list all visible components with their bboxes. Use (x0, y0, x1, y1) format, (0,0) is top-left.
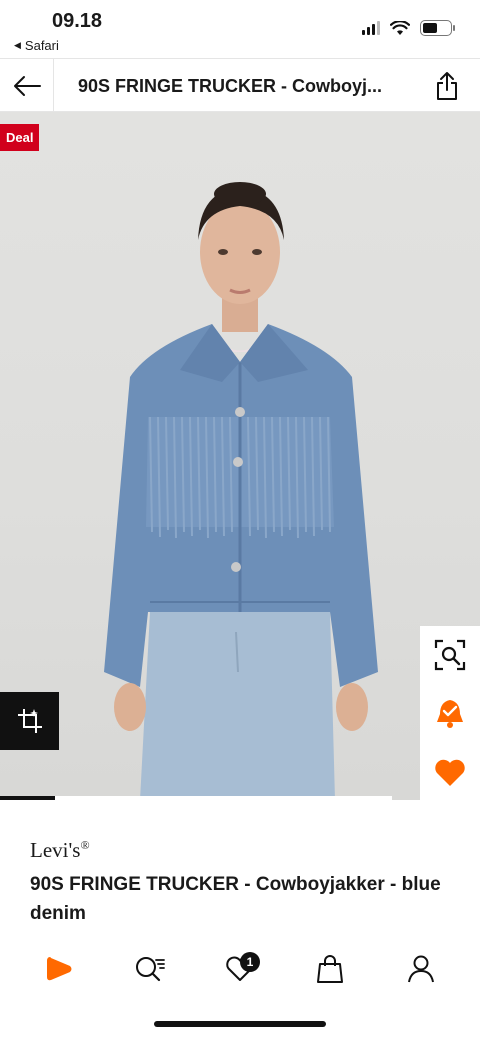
home-icon (47, 957, 72, 981)
nav-home[interactable] (34, 946, 84, 992)
home-indicator (154, 1021, 326, 1027)
back-button[interactable] (0, 59, 54, 113)
back-app-label: Safari (24, 38, 59, 53)
visual-search-button[interactable] (430, 635, 470, 675)
nav-profile[interactable] (396, 946, 446, 992)
brand-registered-mark: ® (80, 838, 90, 852)
nav-wishlist[interactable]: 1 (215, 946, 265, 992)
product-image-gallery[interactable]: Deal (0, 112, 480, 800)
add-to-wishlist-button[interactable] (430, 753, 470, 793)
wifi-icon (390, 20, 410, 35)
heart-icon (435, 759, 465, 786)
nav-search[interactable] (125, 946, 175, 992)
product-photo (104, 182, 378, 800)
wishlist-count-badge: 1 (239, 952, 260, 972)
nav-bag[interactable] (305, 946, 355, 992)
header-title: 90S FRINGE TRUCKER - Cowboyj... (78, 76, 383, 96)
crop-icon (17, 709, 42, 733)
bottom-navigation: 1 (0, 944, 480, 994)
system-icons (362, 20, 455, 36)
crop-search-button[interactable] (0, 692, 59, 750)
battery-icon (420, 20, 455, 36)
back-arrow-icon (13, 76, 41, 96)
share-button[interactable] (428, 69, 466, 103)
deal-badge: Deal (0, 124, 40, 151)
product-header: 90S FRINGE TRUCKER - Cowboyj... (0, 58, 480, 113)
search-icon (135, 957, 165, 982)
back-triangle-icon: ◀ (14, 40, 21, 50)
clock: 09.18 (52, 10, 103, 32)
price-alert-icon (437, 699, 463, 728)
share-icon (437, 72, 457, 100)
image-side-tools (420, 626, 480, 802)
brand-name[interactable]: Levi's® (30, 838, 90, 863)
product-name: 90S FRINGE TRUCKER - Cowboyjakker - blue… (30, 874, 441, 924)
visual-search-icon (434, 640, 466, 671)
brand-label: Levi's (30, 838, 81, 862)
bag-icon (317, 955, 344, 983)
gallery-progress (0, 796, 480, 800)
back-to-app[interactable]: ◀ Safari (14, 38, 59, 53)
profile-icon (407, 955, 434, 983)
price-alert-button[interactable] (430, 694, 470, 734)
cellular-signal-icon (362, 21, 380, 35)
status-bar: 09.18 ◀ Safari (0, 0, 480, 58)
